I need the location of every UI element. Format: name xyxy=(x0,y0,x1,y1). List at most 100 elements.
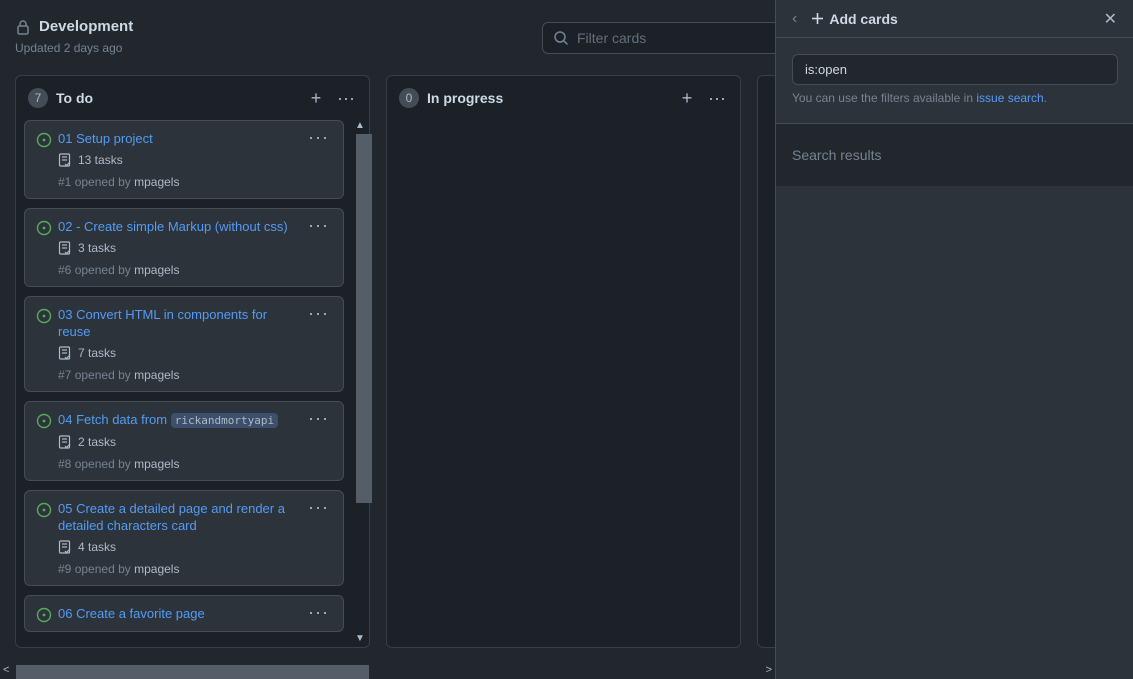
filter-cards-input[interactable] xyxy=(577,30,777,46)
scroll-right-icon[interactable]: > xyxy=(766,664,772,676)
column-count: 7 xyxy=(28,88,48,108)
lock-icon xyxy=(17,19,29,35)
checklist-icon xyxy=(58,346,71,360)
chevron-left-icon[interactable]: ‹ xyxy=(792,10,797,28)
column-to-do: 7 To do + ··· 01 Setup project 13 tasks … xyxy=(15,75,372,648)
issue-number: #1 xyxy=(58,175,72,189)
issue-title[interactable]: 05 Create a detailed page and render a d… xyxy=(58,500,331,534)
add-cards-search-input[interactable] xyxy=(792,54,1118,85)
kebab-horizontal-icon[interactable]: ··· xyxy=(308,127,329,148)
issue-title-code: rickandmortyapi xyxy=(170,413,279,428)
issue-card[interactable]: 03 Convert HTML in components for reuse … xyxy=(24,296,344,392)
task-count-label: 3 tasks xyxy=(78,241,117,255)
checklist-icon xyxy=(58,153,71,167)
scrollbar-thumb[interactable] xyxy=(356,134,372,503)
task-count-label: 7 tasks xyxy=(78,346,117,360)
scroll-left-icon[interactable]: < xyxy=(3,664,9,676)
column-name: In progress xyxy=(427,90,504,106)
scroll-up-icon[interactable]: ▲ xyxy=(352,120,368,134)
project-title: Development xyxy=(39,18,134,35)
issue-opened-icon xyxy=(36,607,52,623)
issue-author[interactable]: mpagels xyxy=(134,562,179,576)
issue-title[interactable]: 01 Setup project xyxy=(58,130,331,147)
issue-opened-by: opened by xyxy=(74,368,131,382)
filter-cards-box[interactable] xyxy=(542,22,802,54)
add-cards-title: Add cards xyxy=(811,11,1103,27)
column-count: 0 xyxy=(399,88,419,108)
issue-opened-icon xyxy=(36,308,52,324)
issue-opened-icon xyxy=(36,502,52,518)
issue-meta: #7 opened by mpagels xyxy=(58,368,331,382)
add-cards-header: ‹ Add cards ✕ xyxy=(776,0,1133,38)
add-cards-search: You can use the filters available in iss… xyxy=(776,38,1133,124)
kebab-horizontal-icon[interactable]: ··· xyxy=(308,497,329,518)
checklist-icon xyxy=(58,435,71,449)
kebab-horizontal-icon[interactable]: ··· xyxy=(308,215,329,236)
issue-title[interactable]: 06 Create a favorite page xyxy=(58,605,331,622)
issue-opened-by: opened by xyxy=(74,263,131,277)
issue-card[interactable]: 05 Create a detailed page and render a d… xyxy=(24,490,344,586)
kebab-horizontal-icon[interactable]: ··· xyxy=(335,88,357,109)
search-icon xyxy=(554,31,568,45)
issue-search-link[interactable]: issue search xyxy=(976,91,1043,105)
task-count-label: 2 tasks xyxy=(78,435,117,449)
kebab-horizontal-icon[interactable]: ··· xyxy=(706,88,728,109)
issue-author[interactable]: mpagels xyxy=(134,368,179,382)
task-count: 7 tasks xyxy=(58,346,331,360)
task-count: 2 tasks xyxy=(58,435,331,449)
plus-icon[interactable]: + xyxy=(676,88,698,109)
issue-opened-by: opened by xyxy=(74,457,131,471)
task-count-label: 4 tasks xyxy=(78,540,117,554)
add-cards-panel: ‹ Add cards ✕ You can use the filters av… xyxy=(775,0,1133,679)
kebab-horizontal-icon[interactable]: ··· xyxy=(308,408,329,429)
search-results-heading: Search results xyxy=(776,124,1133,186)
issue-title[interactable]: 04 Fetch data from rickandmortyapi xyxy=(58,411,331,429)
task-count: 4 tasks xyxy=(58,540,331,554)
search-results-list xyxy=(776,186,1133,679)
plus-icon xyxy=(812,13,824,24)
issue-author[interactable]: mpagels xyxy=(134,263,179,277)
project-header: Development Updated 2 days ago xyxy=(15,18,133,55)
issue-title[interactable]: 02 - Create simple Markup (without css) xyxy=(58,218,331,235)
search-hint-text: You can use the filters available in xyxy=(792,91,974,105)
task-count: 3 tasks xyxy=(58,241,331,255)
plus-icon[interactable]: + xyxy=(305,88,327,109)
issue-number: #7 xyxy=(58,368,72,382)
search-hint: You can use the filters available in iss… xyxy=(792,91,1117,105)
issue-card[interactable]: 02 - Create simple Markup (without css) … xyxy=(24,208,344,287)
add-cards-title-text: Add cards xyxy=(829,10,898,27)
project-updated: Updated 2 days ago xyxy=(15,41,123,55)
issue-opened-by: opened by xyxy=(74,562,131,576)
issue-opened-icon xyxy=(36,132,52,148)
task-count: 13 tasks xyxy=(58,153,331,167)
column-in-progress: 0 In progress + ··· xyxy=(386,75,741,648)
checklist-icon xyxy=(58,540,71,554)
issue-title[interactable]: 03 Convert HTML in components for reuse xyxy=(58,306,331,340)
project-title-row: Development xyxy=(15,18,133,35)
issue-meta: #6 opened by mpagels xyxy=(58,263,331,277)
issue-meta: #8 opened by mpagels xyxy=(58,457,331,471)
issue-card[interactable]: 01 Setup project 13 tasks #1 opened by m… xyxy=(24,120,344,199)
issue-number: #8 xyxy=(58,457,72,471)
issue-title-text: 04 Fetch data from xyxy=(58,412,168,427)
issue-card[interactable]: 06 Create a favorite page ··· xyxy=(24,595,344,632)
board-horizontal-scrollbar[interactable]: < > xyxy=(0,663,775,679)
kebab-horizontal-icon[interactable]: ··· xyxy=(308,303,329,324)
scrollbar-thumb[interactable] xyxy=(16,665,369,679)
issue-author[interactable]: mpagels xyxy=(134,175,179,189)
issue-meta: #9 opened by mpagels xyxy=(58,562,331,576)
issue-meta: #1 opened by mpagels xyxy=(58,175,331,189)
issue-opened-icon xyxy=(36,220,52,236)
issue-author[interactable]: mpagels xyxy=(134,457,179,471)
issue-opened-icon xyxy=(36,413,52,429)
x-icon[interactable]: ✕ xyxy=(1104,9,1117,29)
column-header: 7 To do + ··· xyxy=(16,76,369,120)
issue-card[interactable]: 04 Fetch data from rickandmortyapi 2 tas… xyxy=(24,401,344,481)
scroll-down-icon[interactable]: ▼ xyxy=(352,633,368,647)
card-list: 01 Setup project 13 tasks #1 opened by m… xyxy=(24,120,344,647)
column-name: To do xyxy=(56,90,94,106)
kebab-horizontal-icon[interactable]: ··· xyxy=(308,602,329,623)
search-hint-suffix: . xyxy=(1043,91,1048,105)
card-list-scrollbar[interactable]: ▲ ▼ xyxy=(352,120,372,647)
issue-number: #9 xyxy=(58,562,72,576)
